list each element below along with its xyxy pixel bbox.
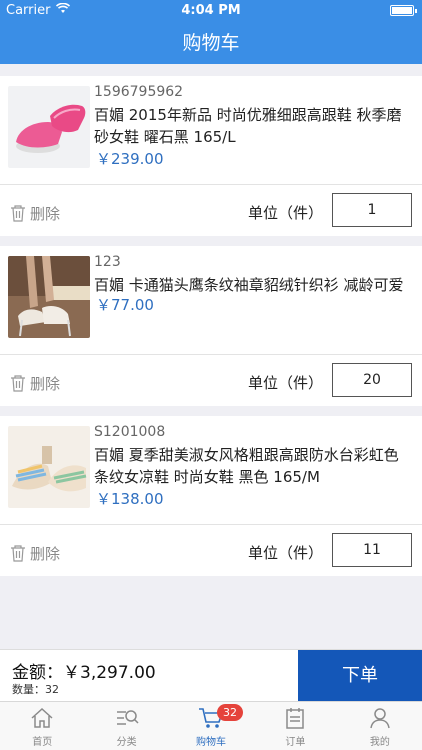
unit-label: 单位（件） [248, 204, 324, 222]
page-title: 购物车 [182, 32, 240, 54]
trash-icon [11, 544, 25, 562]
cart-item: 123 百媚 卡通猫头鹰条纹袖章貂绒针织衫 减龄可爱 ￥77.00 删除 单位（… [0, 246, 422, 406]
tab-label: 购物车 [196, 737, 227, 748]
tab-home[interactable]: 首页 [0, 702, 84, 750]
trash-icon [11, 204, 25, 222]
product-title[interactable]: 百媚 夏季甜美淑女风格粗跟高跟防水台彩虹色条纹女凉鞋 时尚女鞋 黑色 165/M [94, 444, 412, 488]
quantity-input[interactable]: 11 [332, 533, 412, 567]
cart-item: 1596795962 百媚 2015年新品 时尚优雅细跟高跟鞋 秋季磨砂女鞋 曜… [0, 76, 422, 236]
quantity-input[interactable]: 20 [332, 363, 412, 397]
delete-button[interactable]: 删除 [10, 542, 60, 564]
product-title[interactable]: 百媚 卡通猫头鹰条纹袖章貂绒针织衫 减龄可爱 [94, 274, 412, 296]
product-code: S1201008 [94, 424, 166, 440]
home-icon [31, 707, 53, 728]
product-price: ￥239.00 [96, 150, 164, 168]
battery-icon [390, 5, 417, 16]
unit-label: 单位（件） [248, 374, 324, 392]
clock: 4:04 PM [181, 3, 241, 18]
product-price: ￥77.00 [96, 296, 154, 314]
delete-button[interactable]: 删除 [10, 202, 60, 224]
total-count: 数量：32 [12, 683, 59, 696]
delete-label: 删除 [30, 204, 61, 223]
navigation-bar: 购物车 [0, 22, 422, 64]
user-icon [370, 708, 390, 729]
total-amount: 金额：￥3,297.00 [12, 663, 156, 683]
quantity-input[interactable]: 1 [332, 193, 412, 227]
product-image[interactable] [8, 256, 90, 338]
tab-label: 订单 [285, 737, 306, 748]
cart-count-badge: 32 [217, 704, 244, 721]
product-image[interactable] [8, 86, 90, 168]
product-code: 123 [94, 254, 121, 270]
status-bar: Carrier 4:04 PM [0, 0, 422, 22]
tab-bar: 首页 分类 32 购物车 订单 我的 [0, 701, 422, 750]
tab-label: 首页 [32, 737, 53, 748]
product-price: ￥138.00 [96, 490, 164, 508]
product-code: 1596795962 [94, 84, 184, 100]
tab-label: 分类 [116, 737, 137, 748]
trash-icon [11, 374, 25, 392]
divider [0, 184, 422, 185]
category-search-icon [116, 710, 139, 725]
divider [0, 354, 422, 355]
unit-label: 单位（件） [248, 544, 324, 562]
delete-button[interactable]: 删除 [10, 372, 60, 394]
tab-category[interactable]: 分类 [84, 702, 168, 750]
product-image[interactable] [8, 426, 90, 508]
order-list-icon [286, 708, 305, 729]
delete-label: 删除 [30, 374, 61, 393]
place-order-button[interactable]: 下单 [298, 650, 422, 702]
divider [0, 524, 422, 525]
checkout-bar: 金额：￥3,297.00 数量：32 下单 [0, 649, 422, 702]
tab-orders[interactable]: 订单 [253, 702, 337, 750]
tab-profile[interactable]: 我的 [338, 702, 422, 750]
delete-label: 删除 [30, 544, 61, 563]
tab-label: 我的 [369, 737, 390, 748]
product-title[interactable]: 百媚 2015年新品 时尚优雅细跟高跟鞋 秋季磨砂女鞋 曜石黑 165/L [94, 104, 412, 148]
tab-cart[interactable]: 32 购物车 [169, 702, 253, 750]
cart-item: S1201008 百媚 夏季甜美淑女风格粗跟高跟防水台彩虹色条纹女凉鞋 时尚女鞋… [0, 416, 422, 576]
